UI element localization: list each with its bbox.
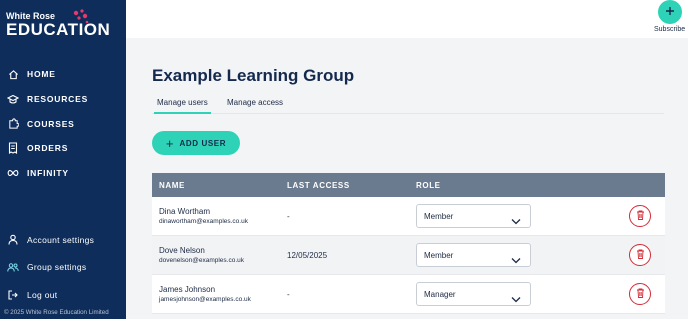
receipt-icon — [7, 142, 19, 155]
role-select[interactable]: Manager — [416, 282, 531, 306]
chevron-down-icon — [511, 212, 521, 230]
user-name: James Johnson — [159, 285, 216, 294]
plus-icon — [665, 3, 675, 21]
role-select[interactable]: Member — [416, 243, 531, 267]
trash-icon — [636, 246, 645, 264]
subscribe-button[interactable] — [658, 0, 682, 24]
puzzle-icon — [7, 118, 19, 130]
user-email: dovenelson@examples.co.uk — [159, 257, 245, 264]
role-value: Member — [424, 251, 454, 260]
user-email: dinawortham@examples.co.uk — [159, 218, 248, 225]
last-access: 12/05/2025 — [287, 251, 328, 260]
table-header: NAME LAST ACCESS ROLE — [152, 173, 665, 197]
brand-logo[interactable]: White Rose EDUCATION — [6, 8, 120, 40]
role-value: Member — [424, 212, 454, 221]
last-access: - — [287, 290, 290, 299]
column-header-name: NAME — [159, 180, 185, 190]
user-cell: Dina Wortham dinawortham@examples.co.uk — [159, 207, 248, 225]
plus-icon: + — [165, 135, 174, 151]
table-row: Dove Nelson dovenelson@examples.co.uk 12… — [152, 236, 665, 275]
logout-icon — [7, 289, 19, 301]
user-cell: James Johnson jamesjohnson@examples.co.u… — [159, 285, 251, 303]
delete-user-button[interactable] — [629, 205, 651, 227]
top-bar — [126, 0, 688, 38]
sidebar-item-label: ORDERS — [27, 143, 69, 154]
page-title: Example Learning Group — [152, 66, 355, 85]
brand-line2: EDUCATION — [6, 20, 111, 39]
trash-icon — [636, 207, 645, 225]
tab-manage-access[interactable]: Manage access — [227, 98, 283, 114]
user-name: Dove Nelson — [159, 246, 205, 255]
delete-user-button[interactable] — [629, 244, 651, 266]
chevron-down-icon — [511, 251, 521, 269]
sidebar-item-label: RESOURCES — [27, 94, 89, 105]
group-icon — [7, 261, 19, 273]
user-cell: Dove Nelson dovenelson@examples.co.uk — [159, 246, 244, 264]
sidebar-item-resources[interactable]: RESOURCES — [0, 87, 126, 112]
user-email: jamesjohnson@examples.co.uk — [159, 296, 251, 303]
sidebar: White Rose EDUCATION HOME RESOURCES COUR… — [0, 0, 126, 319]
users-table: NAME LAST ACCESS ROLE Dina Wortham dinaw… — [152, 173, 665, 314]
delete-user-button[interactable] — [629, 283, 651, 305]
column-header-last-access: LAST ACCESS — [287, 180, 350, 190]
sidebar-item-infinity[interactable]: INFINITY — [0, 161, 126, 186]
trash-icon — [636, 285, 645, 303]
last-access: - — [287, 212, 290, 221]
sidebar-item-label: Log out — [27, 289, 58, 300]
sidebar-bottom-nav: Account settings Group settings Log out — [0, 226, 126, 309]
sidebar-item-label: Account settings — [27, 234, 95, 245]
tab-bar: Manage users Manage access — [152, 96, 664, 114]
tab-manage-users[interactable]: Manage users — [154, 98, 211, 114]
copyright-text: © 2025 White Rose Education Limited — [4, 309, 109, 316]
sidebar-item-label: INFINITY — [27, 168, 69, 179]
sidebar-item-orders[interactable]: ORDERS — [0, 136, 126, 161]
user-name: Dina Wortham — [159, 207, 210, 216]
subscribe-label[interactable]: Subscribe — [654, 26, 685, 33]
sidebar-item-label: COURSES — [27, 118, 75, 129]
infinity-icon — [7, 167, 19, 179]
sidebar-item-group-settings[interactable]: Group settings — [0, 254, 126, 282]
sidebar-item-courses[interactable]: COURSES — [0, 111, 126, 136]
role-select[interactable]: Member — [416, 204, 531, 228]
sidebar-nav: HOME RESOURCES COURSES ORDERS INFINITY — [0, 62, 126, 185]
sidebar-item-log-out[interactable]: Log out — [0, 281, 126, 309]
add-user-label: ADD USER — [179, 138, 227, 148]
table-row: Dina Wortham dinawortham@examples.co.uk … — [152, 197, 665, 236]
graduation-cap-icon — [7, 93, 19, 105]
add-user-button[interactable]: + ADD USER — [152, 131, 240, 155]
sidebar-item-home[interactable]: HOME — [0, 62, 126, 87]
home-icon — [7, 68, 19, 80]
chevron-down-icon — [511, 290, 521, 308]
sidebar-item-label: HOME — [27, 69, 56, 80]
user-icon — [7, 234, 19, 246]
sidebar-item-label: Group settings — [27, 262, 87, 273]
sidebar-item-account-settings[interactable]: Account settings — [0, 226, 126, 254]
column-header-role: ROLE — [416, 180, 441, 190]
role-value: Manager — [424, 290, 456, 299]
table-row: James Johnson jamesjohnson@examples.co.u… — [152, 275, 665, 314]
